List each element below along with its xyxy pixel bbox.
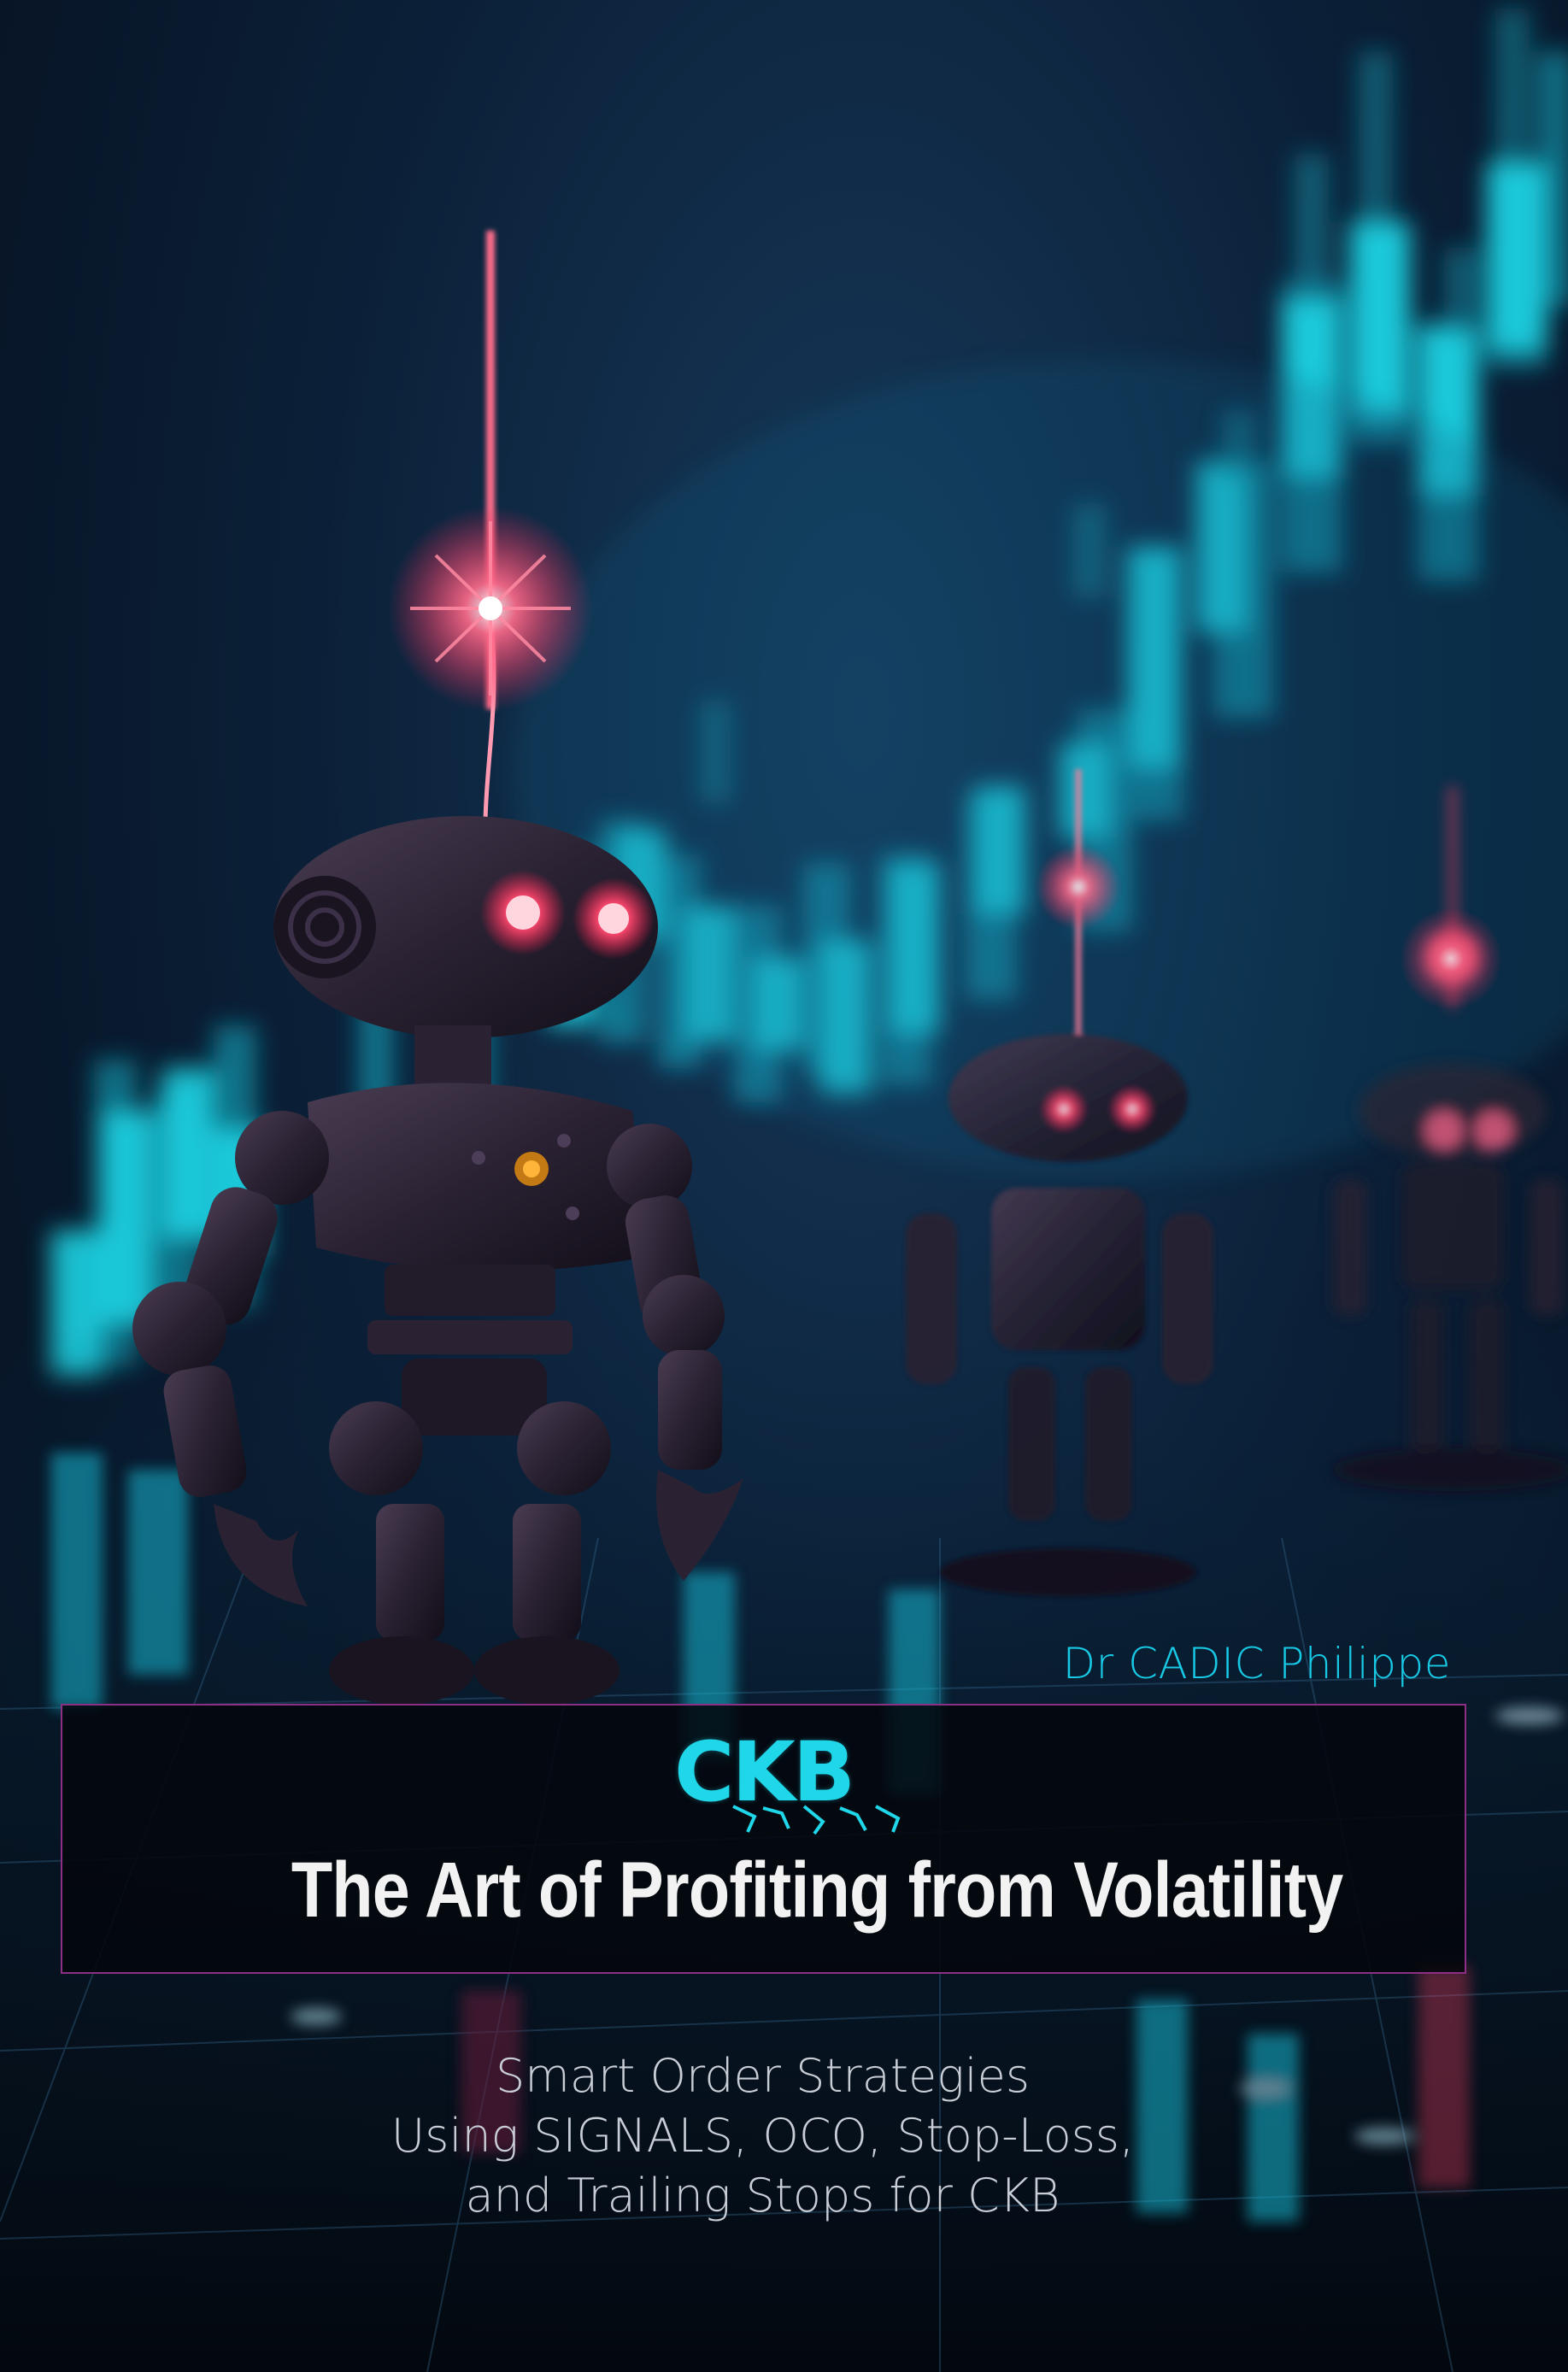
subtitle-line-1: Smart Order Strategies (495, 2049, 1031, 2103)
ckb-logo: CKB (673, 1724, 855, 1820)
subtitle-line-3: and Trailing Stops for CKB (465, 2169, 1060, 2222)
title-frame: CKB The Art of Profiting from Volatility (61, 1704, 1466, 1974)
subtitle-line-2: Using SIGNALS, OCO, Stop-Loss, (391, 2109, 1135, 2163)
book-cover: Dr CADIC Philippe CKB The Art of Profiti… (0, 0, 1568, 2372)
author-name: Dr CADIC Philippe (1062, 1639, 1451, 1688)
cover-illustration (0, 9, 1568, 2372)
logo-crack-decoration (732, 1805, 901, 1835)
book-title: The Art of Profiting from Volatility (291, 1847, 1343, 1934)
